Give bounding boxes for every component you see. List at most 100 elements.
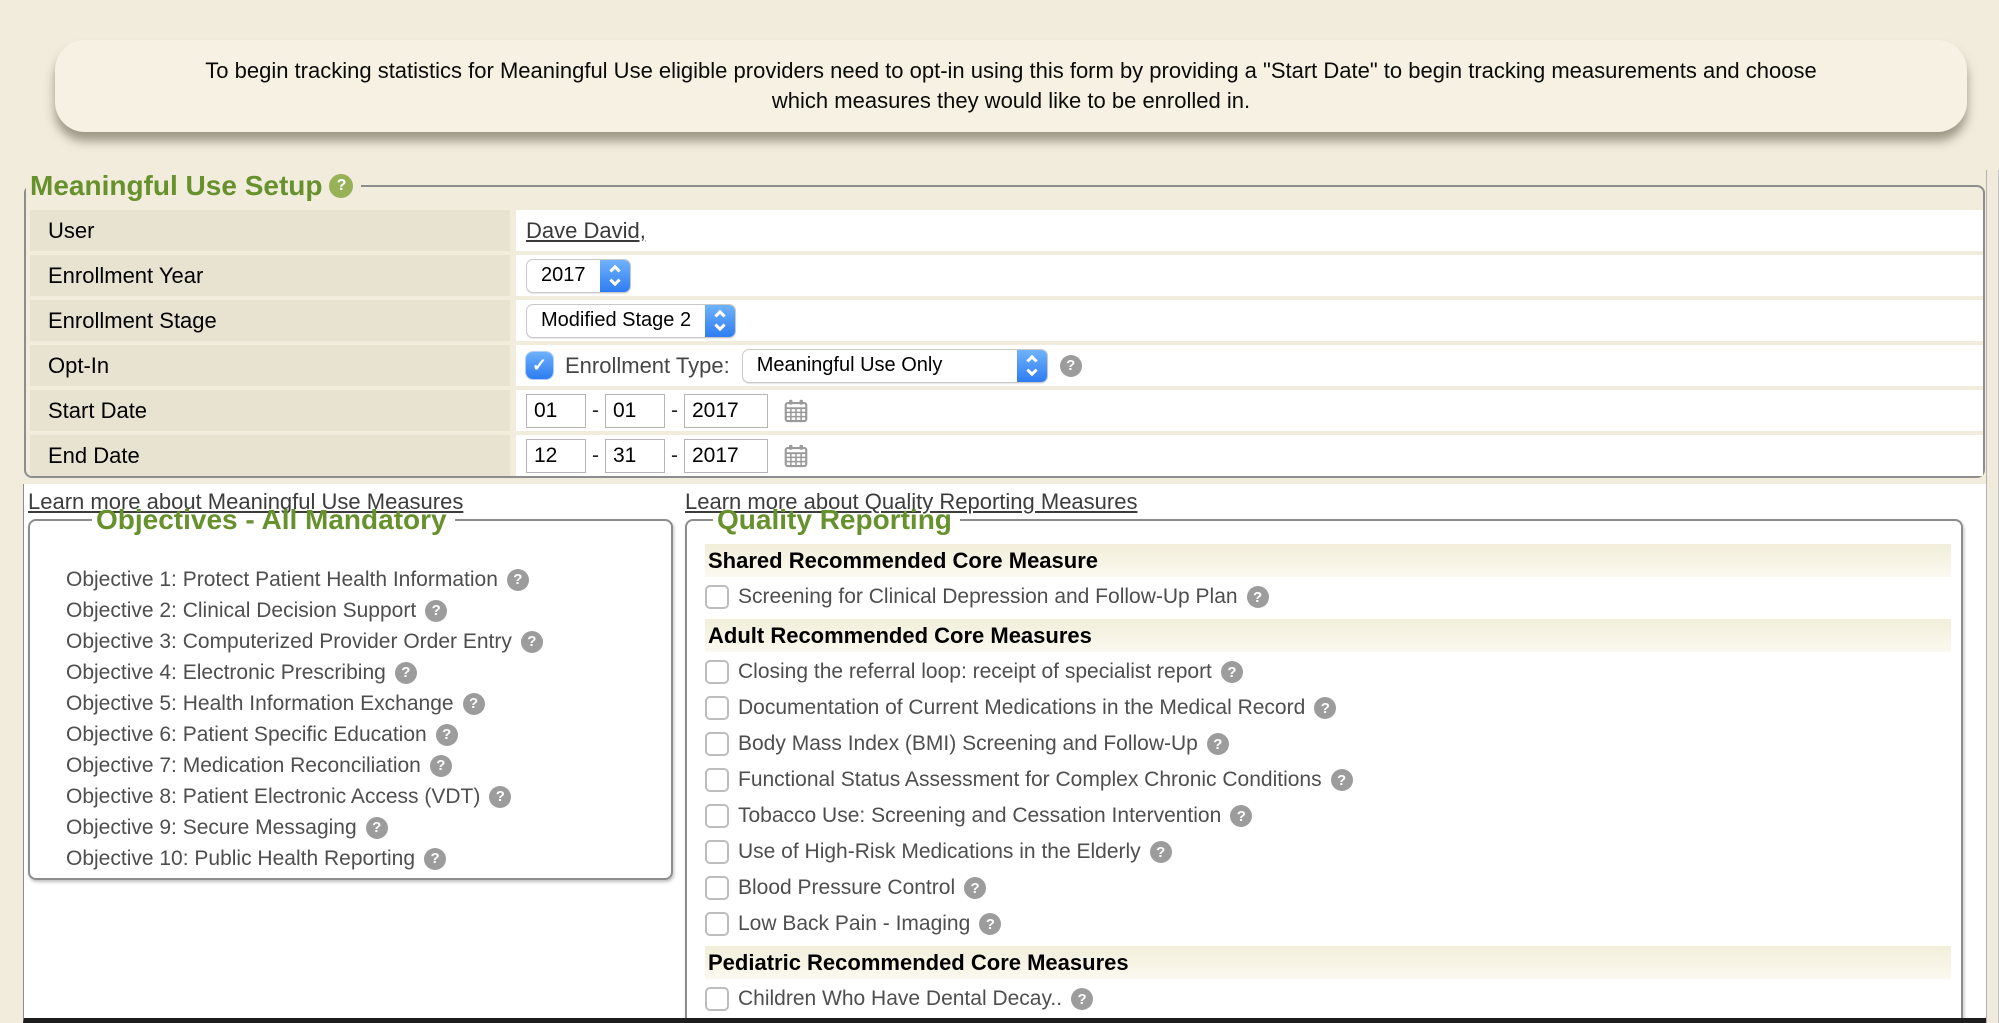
enrollment-stage-select[interactable]: Modified Stage 2 (526, 304, 736, 338)
instruction-banner: To begin tracking statistics for Meaning… (55, 40, 1967, 132)
enrollment-type-select[interactable]: Meaningful Use Only (742, 349, 1048, 383)
date-separator: - (592, 444, 599, 468)
select-arrows-icon (600, 260, 630, 292)
measure-checkbox[interactable] (705, 585, 729, 609)
quality-measure-row: Documentation of Current Medications in … (705, 690, 1951, 726)
objective-item: Objective 4: Electronic Prescribing? (66, 657, 671, 688)
enrollment-year-select[interactable]: 2017 (526, 259, 631, 293)
row-label-enrollment-stage: Enrollment Stage (30, 300, 510, 341)
row-value-user: Dave David, (516, 210, 1983, 251)
help-icon[interactable]: ? (1060, 355, 1082, 377)
help-icon[interactable]: ? (979, 913, 1001, 935)
row-value-enrollment-stage: Modified Stage 2 (516, 300, 1983, 341)
quality-measure-row: Low Back Pain - Imaging ? (705, 906, 1951, 942)
objective-label: Objective 5: Health Information Exchange (66, 692, 454, 716)
measure-checkbox[interactable] (705, 876, 729, 900)
enrollment-stage-value: Modified Stage 2 (527, 305, 705, 337)
quality-measure-row: Body Mass Index (BMI) Screening and Foll… (705, 726, 1951, 762)
quality-measure-row: Use of High-Risk Medications in the Elde… (705, 834, 1951, 870)
measure-label: Blood Pressure Control (738, 876, 955, 900)
setup-row-opt-in: Opt-In ✓ Enrollment Type: Meaningful Use… (30, 345, 1983, 386)
measure-label: Low Back Pain - Imaging (738, 912, 970, 936)
quality-measure-row: Screening for Clinical Depression and Fo… (705, 579, 1951, 615)
help-icon[interactable]: ? (521, 631, 543, 653)
help-icon[interactable]: ? (1331, 769, 1353, 791)
help-icon[interactable]: ? (1230, 805, 1252, 827)
mu-setup-legend: Meaningful Use Setup ? (26, 170, 361, 202)
meaningful-use-setup-page: To begin tracking statistics for Meaning… (0, 0, 1999, 1023)
measure-checkbox[interactable] (705, 840, 729, 864)
banner-text-line1: To begin tracking statistics for Meaning… (205, 56, 1816, 86)
measure-section-header: Adult Recommended Core Measures (705, 619, 1951, 652)
select-arrows-icon (1017, 350, 1047, 382)
quality-measure-row: Functional Status Assessment for Complex… (705, 762, 1951, 798)
help-icon[interactable]: ? (395, 662, 417, 684)
quality-measure-row: Tobacco Use: Screening and Cessation Int… (705, 798, 1951, 834)
date-separator: - (671, 399, 678, 423)
measure-checkbox[interactable] (705, 987, 729, 1011)
help-icon[interactable]: ? (436, 724, 458, 746)
setup-row-user: User Dave David, (30, 210, 1983, 251)
quality-measures-list: Shared Recommended Core Measure Screenin… (705, 544, 1951, 1017)
setup-row-start-date: Start Date - - (30, 390, 1983, 431)
help-icon[interactable]: ? (430, 755, 452, 777)
help-icon[interactable]: ? (507, 569, 529, 591)
objective-label: Objective 10: Public Health Reporting (66, 847, 415, 871)
help-icon[interactable]: ? (424, 848, 446, 870)
row-label-enrollment-year: Enrollment Year (30, 255, 510, 296)
start-date-day-input[interactable] (605, 394, 665, 428)
start-date-year-input[interactable] (684, 394, 768, 428)
date-separator: - (671, 444, 678, 468)
banner-text-line2: which measures they would like to be enr… (772, 86, 1250, 116)
start-date-month-input[interactable] (526, 394, 586, 428)
measure-checkbox[interactable] (705, 912, 729, 936)
measure-label: Children Who Have Dental Decay.. (738, 987, 1062, 1011)
mu-setup-fieldset: Meaningful Use Setup ? User Dave David, … (24, 170, 1985, 478)
measure-label: Use of High-Risk Medications in the Elde… (738, 840, 1141, 864)
end-date-day-input[interactable] (605, 439, 665, 473)
help-icon[interactable]: ? (489, 786, 511, 808)
measure-section-header: Shared Recommended Core Measure (705, 544, 1951, 577)
measure-section-header: Pediatric Recommended Core Measures (705, 946, 1951, 979)
quality-measure-row: Closing the referral loop: receipt of sp… (705, 654, 1951, 690)
objective-item: Objective 2: Clinical Decision Support? (66, 595, 671, 626)
objective-item: Objective 1: Protect Patient Health Info… (66, 564, 671, 595)
mu-setup-title: Meaningful Use Setup (30, 170, 322, 202)
setup-row-enrollment-stage: Enrollment Stage Modified Stage 2 (30, 300, 1983, 341)
enrollment-type-value: Meaningful Use Only (743, 350, 1017, 382)
measures-section: Learn more about Meaningful Use Measures… (23, 484, 1986, 1023)
calendar-icon[interactable] (782, 442, 810, 470)
measure-label: Closing the referral loop: receipt of sp… (738, 660, 1212, 684)
measure-checkbox[interactable] (705, 696, 729, 720)
row-label-user: User (30, 210, 510, 251)
measure-checkbox[interactable] (705, 732, 729, 756)
help-icon[interactable]: ? (964, 877, 986, 899)
user-link[interactable]: Dave David, (526, 218, 646, 244)
measure-checkbox[interactable] (705, 804, 729, 828)
help-icon[interactable]: ? (1207, 733, 1229, 755)
objective-item: Objective 5: Health Information Exchange… (66, 688, 671, 719)
objective-item: Objective 8: Patient Electronic Access (… (66, 781, 671, 812)
help-icon[interactable]: ? (366, 817, 388, 839)
objective-label: Objective 7: Medication Reconciliation (66, 754, 421, 778)
objective-label: Objective 3: Computerized Provider Order… (66, 630, 512, 654)
end-date-year-input[interactable] (684, 439, 768, 473)
calendar-icon[interactable] (782, 397, 810, 425)
help-icon[interactable]: ? (329, 174, 353, 198)
help-icon[interactable]: ? (1221, 661, 1243, 683)
measure-checkbox[interactable] (705, 660, 729, 684)
help-icon[interactable]: ? (1071, 988, 1093, 1010)
help-icon[interactable]: ? (1247, 586, 1269, 608)
end-date-month-input[interactable] (526, 439, 586, 473)
help-icon[interactable]: ? (463, 693, 485, 715)
help-icon[interactable]: ? (425, 600, 447, 622)
help-icon[interactable]: ? (1314, 697, 1336, 719)
help-icon[interactable]: ? (1150, 841, 1172, 863)
select-arrows-icon (705, 305, 735, 337)
row-value-start-date: - - (516, 390, 1983, 431)
enrollment-year-value: 2017 (527, 260, 600, 292)
quality-measure-row: Blood Pressure Control ? (705, 870, 1951, 906)
right-gutter (1986, 170, 1999, 1023)
opt-in-checkbox[interactable]: ✓ (526, 352, 553, 379)
measure-checkbox[interactable] (705, 768, 729, 792)
